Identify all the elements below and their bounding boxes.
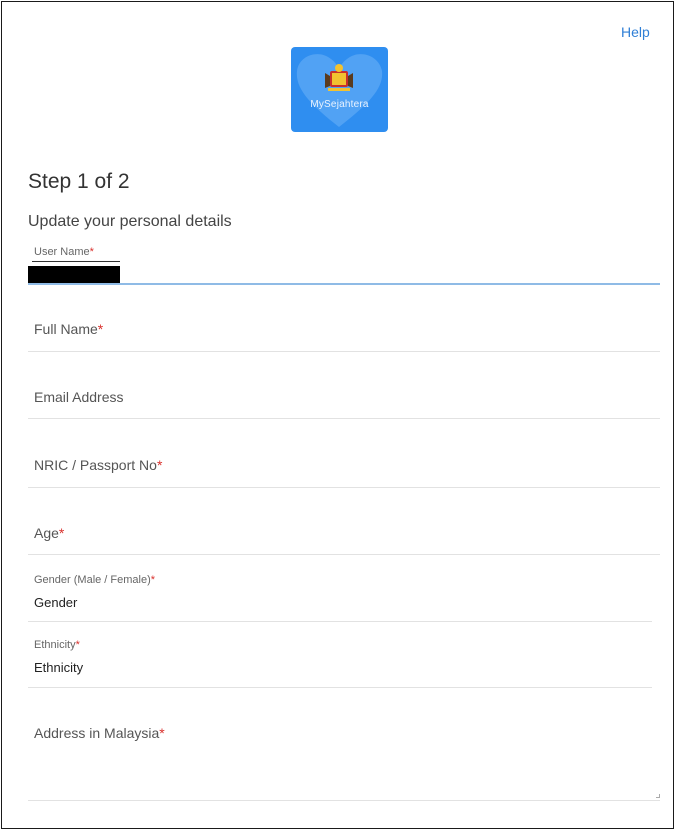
field-underline	[28, 418, 660, 419]
fullname-label: Full Name*	[34, 321, 104, 337]
gender-label: Gender (Male / Female)*	[34, 574, 156, 586]
form-subtitle: Update your personal details	[28, 213, 232, 230]
address-label: Address in Malaysia*	[34, 725, 165, 741]
email-label: Email Address	[34, 389, 124, 405]
age-label: Age*	[34, 525, 65, 541]
nric-passport-field[interactable]: NRIC / Passport No*	[28, 448, 660, 490]
address-textarea[interactable]: Address in Malaysia*	[28, 714, 660, 804]
heart-icon	[296, 54, 383, 127]
age-field[interactable]: Age*	[28, 516, 660, 558]
field-underline	[28, 487, 660, 488]
field-underline	[28, 351, 660, 352]
field-underline	[28, 554, 660, 555]
ethnicity-label: Ethnicity*	[34, 639, 80, 651]
gender-value: Gender	[34, 595, 78, 610]
field-underline	[28, 621, 652, 622]
ethnicity-select[interactable]: Ethnicity* Ethnicity	[28, 634, 652, 690]
step-indicator: Step 1 of 2	[28, 170, 130, 193]
nric-passport-label: NRIC / Passport No*	[34, 457, 163, 473]
field-underline	[28, 283, 660, 285]
app-window: Help MySejahtera Step 1 of 2 Update your…	[1, 1, 674, 829]
email-field[interactable]: Email Address	[28, 380, 660, 422]
logo-wordmark: MySejahtera	[310, 99, 369, 110]
app-logo: MySejahtera	[291, 47, 388, 132]
username-field[interactable]: User Name*	[28, 242, 660, 286]
fullname-field[interactable]: Full Name*	[28, 312, 660, 354]
field-underline	[28, 800, 660, 801]
help-link[interactable]: Help	[621, 24, 650, 40]
gender-select[interactable]: Gender (Male / Female)* Gender	[28, 569, 652, 623]
label-underline	[32, 261, 120, 262]
username-label: User Name*	[34, 246, 94, 258]
ethnicity-value: Ethnicity	[34, 660, 84, 675]
field-underline	[28, 687, 652, 688]
redacted-value	[28, 266, 120, 283]
resize-handle-icon[interactable]	[656, 794, 660, 798]
